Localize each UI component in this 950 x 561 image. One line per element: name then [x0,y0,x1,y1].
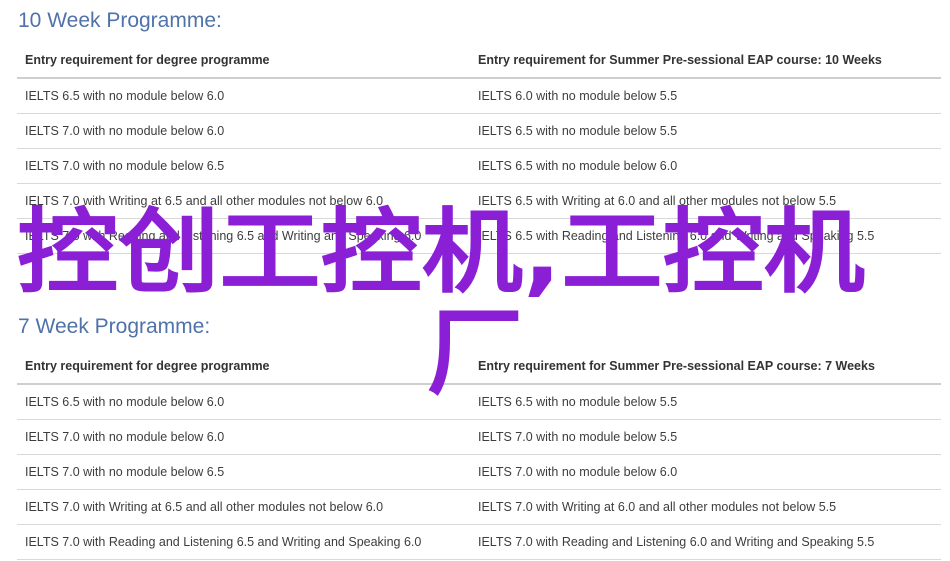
degree-requirement-cell: IELTS 6.5 with no module below 6.0 [17,384,470,420]
requirements-table: Entry requirement for degree programme E… [17,349,941,560]
degree-requirement-cell: IELTS 7.0 with Reading and Listening 6.5… [17,524,470,560]
page: 10 Week Programme: Entry requirement for… [0,0,950,561]
programme-section-10-week: 10 Week Programme: Entry requirement for… [17,6,941,254]
degree-requirement-cell: IELTS 7.0 with no module below 6.5 [17,454,470,490]
table-header-row: Entry requirement for degree programme E… [17,43,941,79]
degree-requirement-cell: IELTS 6.5 with no module below 6.0 [17,78,470,114]
degree-requirement-cell: IELTS 7.0 with no module below 6.0 [17,419,470,455]
presessional-requirement-cell: IELTS 6.5 with Reading and Listening 6.0… [470,218,941,254]
table-row: IELTS 6.5 with no module below 6.0 IELTS… [17,78,941,114]
header-degree-programme: Entry requirement for degree programme [17,43,470,79]
table-row: IELTS 7.0 with no module below 6.5 IELTS… [17,454,941,490]
table-row: IELTS 7.0 with Writing at 6.5 and all ot… [17,183,941,219]
presessional-requirement-cell: IELTS 6.5 with no module below 5.5 [470,113,941,149]
presessional-requirement-cell: IELTS 7.0 with no module below 6.0 [470,454,941,490]
table-row: IELTS 7.0 with Reading and Listening 6.5… [17,218,941,254]
degree-requirement-cell: IELTS 7.0 with no module below 6.0 [17,113,470,149]
header-presessional-course: Entry requirement for Summer Pre-session… [470,349,941,385]
table-row: IELTS 7.0 with no module below 6.5 IELTS… [17,148,941,184]
presessional-requirement-cell: IELTS 6.5 with no module below 5.5 [470,384,941,420]
programme-section-7-week: 7 Week Programme: Entry requirement for … [17,312,941,560]
requirements-table: Entry requirement for degree programme E… [17,43,941,254]
degree-requirement-cell: IELTS 7.0 with Reading and Listening 6.5… [17,218,470,254]
presessional-requirement-cell: IELTS 7.0 with Writing at 6.0 and all ot… [470,489,941,525]
presessional-requirement-cell: IELTS 6.5 with Writing at 6.0 and all ot… [470,183,941,219]
presessional-requirement-cell: IELTS 6.5 with no module below 6.0 [470,148,941,184]
table-row: IELTS 7.0 with Reading and Listening 6.5… [17,524,941,560]
table-row: IELTS 6.5 with no module below 6.0 IELTS… [17,384,941,420]
section-title: 10 Week Programme: [18,9,222,32]
degree-requirement-cell: IELTS 7.0 with no module below 6.5 [17,148,470,184]
degree-requirement-cell: IELTS 7.0 with Writing at 6.5 and all ot… [17,489,470,525]
section-title: 7 Week Programme: [18,315,211,338]
presessional-requirement-cell: IELTS 7.0 with Reading and Listening 6.0… [470,524,941,560]
header-degree-programme: Entry requirement for degree programme [17,349,470,385]
degree-requirement-cell: IELTS 7.0 with Writing at 6.5 and all ot… [17,183,470,219]
table-header-row: Entry requirement for degree programme E… [17,349,941,385]
table-row: IELTS 7.0 with no module below 6.0 IELTS… [17,419,941,455]
table-row: IELTS 7.0 with no module below 6.0 IELTS… [17,113,941,149]
table-row: IELTS 7.0 with Writing at 6.5 and all ot… [17,489,941,525]
header-presessional-course: Entry requirement for Summer Pre-session… [470,43,941,79]
presessional-requirement-cell: IELTS 6.0 with no module below 5.5 [470,78,941,114]
presessional-requirement-cell: IELTS 7.0 with no module below 5.5 [470,419,941,455]
